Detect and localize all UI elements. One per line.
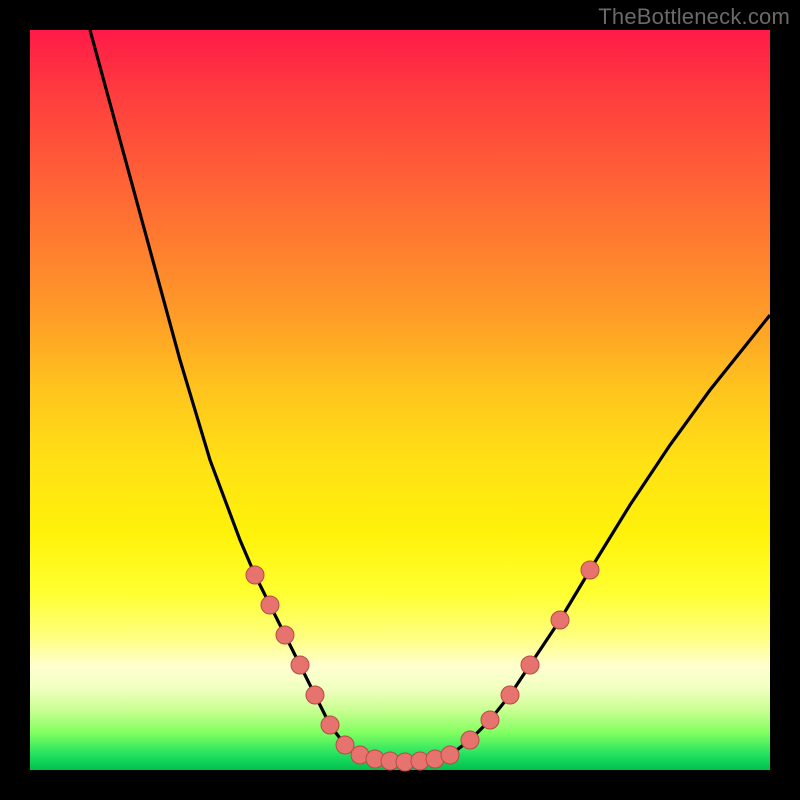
curve-marker bbox=[501, 686, 519, 704]
curve-path bbox=[90, 30, 770, 762]
curve-marker bbox=[246, 566, 264, 584]
chart-frame: TheBottleneck.com bbox=[0, 0, 800, 800]
curve-marker bbox=[551, 611, 569, 629]
curve-marker bbox=[461, 731, 479, 749]
curve-marker bbox=[481, 711, 499, 729]
curve-marker bbox=[276, 626, 294, 644]
watermark-text: TheBottleneck.com bbox=[598, 4, 790, 30]
curve-layer bbox=[30, 30, 770, 770]
curve-marker bbox=[581, 561, 599, 579]
bottleneck-curve bbox=[90, 30, 770, 762]
curve-marker bbox=[521, 656, 539, 674]
curve-marker bbox=[291, 656, 309, 674]
curve-marker bbox=[261, 596, 279, 614]
curve-marker bbox=[306, 686, 324, 704]
curve-marker bbox=[441, 746, 459, 764]
curve-markers bbox=[246, 561, 599, 771]
curve-marker bbox=[321, 716, 339, 734]
